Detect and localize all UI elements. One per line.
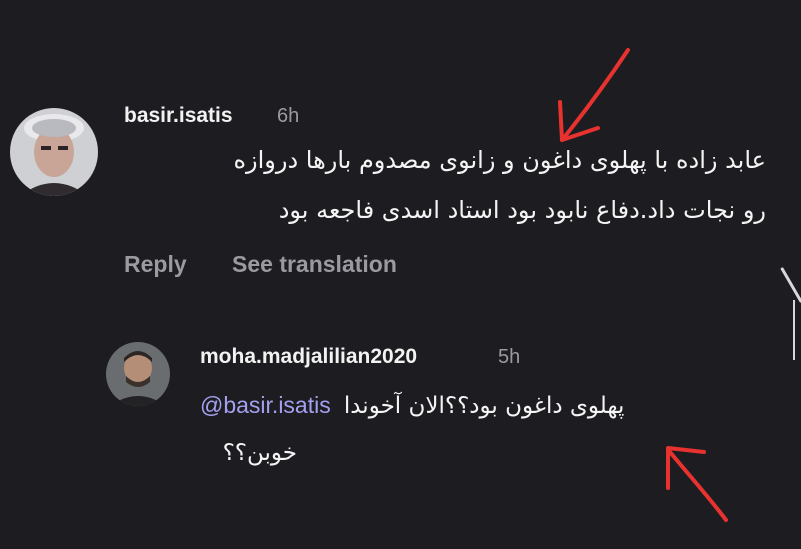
comment-text-line-1: عابد زاده با پهلوی داغون و زانوی مصدوم ب… xyxy=(233,146,766,174)
see-translation-button[interactable]: See translation xyxy=(232,251,397,278)
commenter-username[interactable]: basir.isatis xyxy=(124,104,233,128)
comment-thread: basir.isatis 6h عابد زاده با پهلوی داغون… xyxy=(0,0,801,549)
comment-text-line-2: رو نجات داد.دفاع نابود بود استاد اسدی فا… xyxy=(278,196,766,224)
comment-timestamp: 6h xyxy=(277,105,300,127)
commenter-avatar[interactable] xyxy=(10,108,98,196)
replier-username[interactable]: moha.madjalilian2020 xyxy=(200,345,417,369)
reply-text-line-1: پهلوی داغون بود؟؟الان آخوندا xyxy=(343,392,625,419)
edge-artifact xyxy=(793,300,795,360)
reply-button[interactable]: Reply xyxy=(124,251,187,278)
annotation-arrow-icon xyxy=(558,48,630,142)
reply-text-line-1-container: @basir.isatis پهلوی داغون بود؟؟الان آخون… xyxy=(200,392,624,419)
mention-link[interactable]: @basir.isatis xyxy=(200,392,331,418)
annotation-arrow-icon xyxy=(666,446,728,522)
replier-avatar[interactable] xyxy=(106,342,170,406)
reply-text-line-2: خوبن؟؟ xyxy=(222,440,297,466)
reply-timestamp: 5h xyxy=(498,346,521,368)
edge-artifact xyxy=(780,266,801,304)
